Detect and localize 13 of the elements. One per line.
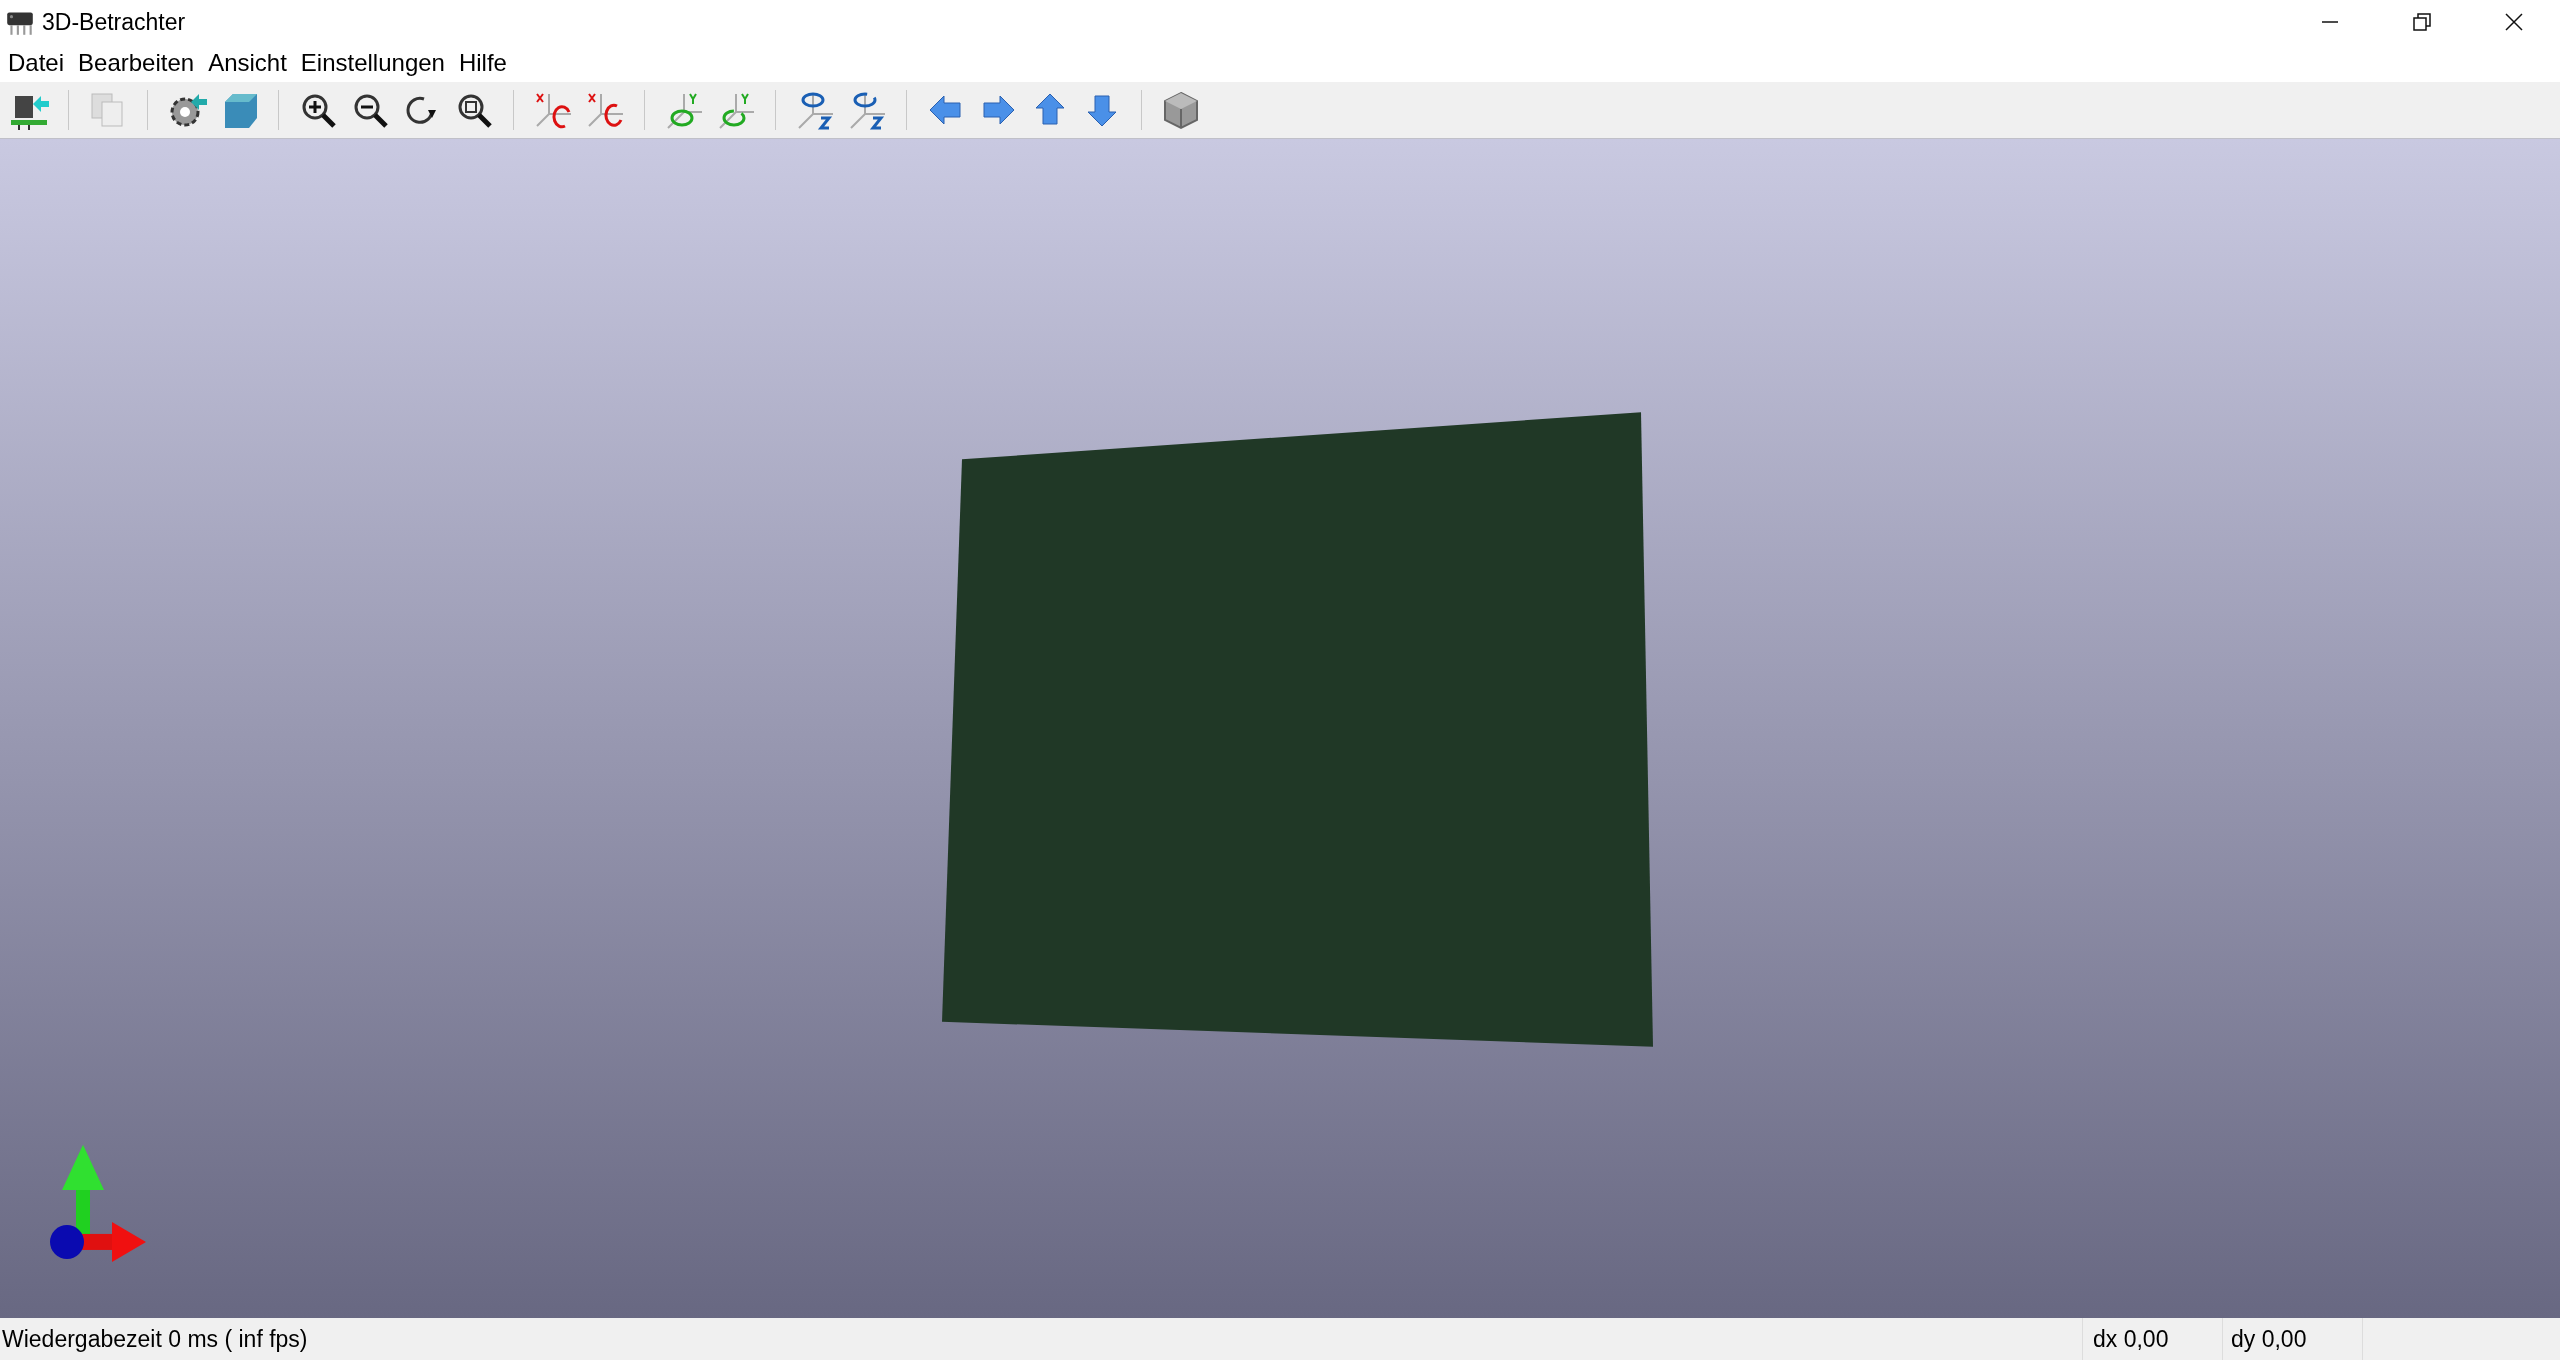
menu-item[interactable]: Einstellungen xyxy=(300,49,445,77)
menu-item[interactable]: Datei xyxy=(8,49,65,77)
3d-viewport[interactable] xyxy=(0,139,2560,1318)
render-time-text: Wiedergabezeit 0 ms ( inf fps) xyxy=(1,1325,309,1354)
minimize-icon xyxy=(2320,21,2340,23)
dy-text: dy 0,00 xyxy=(2222,1318,2362,1360)
menu-item[interactable]: Bearbeiten xyxy=(78,49,195,77)
dx-text: dx 0,00 xyxy=(2082,1318,2222,1360)
menu-item[interactable]: Ansicht xyxy=(208,49,287,77)
menu-item[interactable]: Hilfe xyxy=(458,49,507,77)
close-icon xyxy=(2504,12,2524,32)
window-title: 3D-Betrachter xyxy=(42,8,186,36)
restore-icon xyxy=(2412,12,2432,32)
